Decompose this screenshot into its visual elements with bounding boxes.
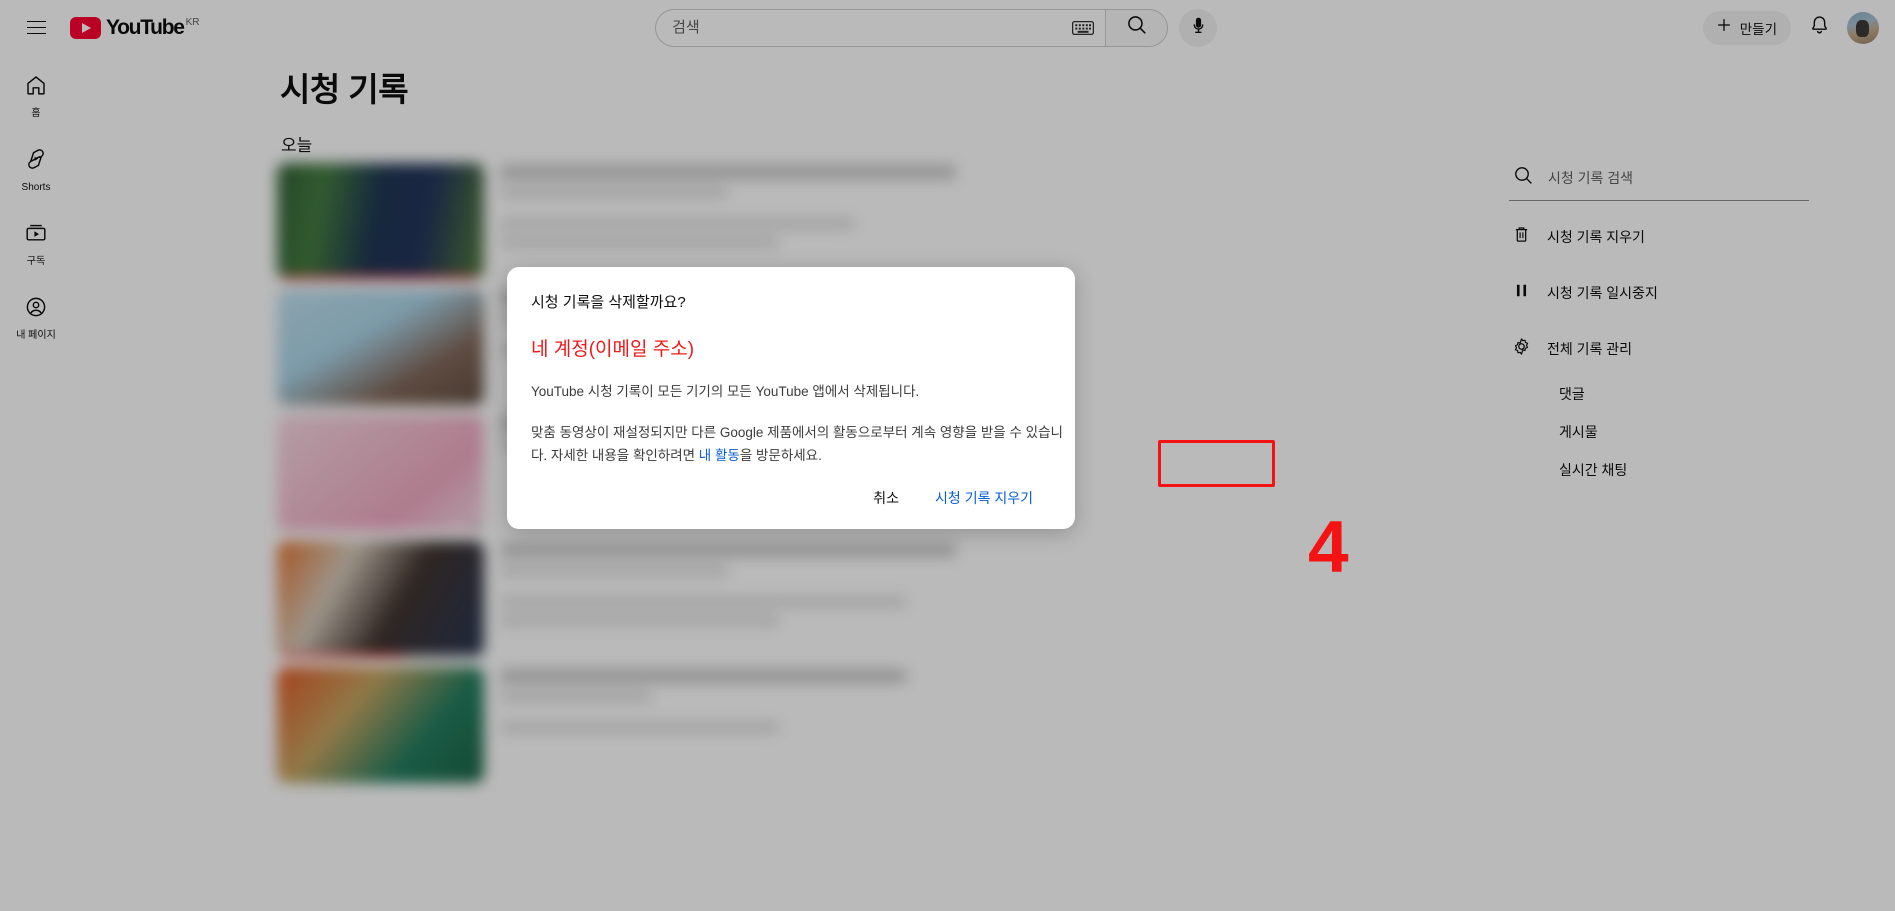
cancel-button[interactable]: 취소 xyxy=(857,479,915,517)
clear-watch-history-confirm-button[interactable]: 시청 기록 지우기 xyxy=(919,479,1049,517)
dialog-paragraph-2-after: 을 방문하세요. xyxy=(739,448,822,463)
my-activity-link[interactable]: 내 활동 xyxy=(699,448,740,463)
dialog-actions: 취소 시청 기록 지우기 xyxy=(531,467,1051,529)
dialog-title: 시청 기록을 삭제할까요? xyxy=(531,294,686,311)
dialog-paragraph-1: YouTube 시청 기록이 모든 기기의 모든 YouTube 앱에서 삭제됩… xyxy=(531,384,920,399)
dialog-account-text: 네 계정(이메일 주소) xyxy=(531,339,695,360)
dialog-paragraph-2: 맞춤 동영상이 재설정되지만 다른 Google 제품에서의 활동으로부터 계속… xyxy=(531,421,1066,467)
annotation-step-number: 4 xyxy=(1308,507,1349,588)
clear-watch-history-dialog: 시청 기록을 삭제할까요? 네 계정(이메일 주소) YouTube 시청 기록… xyxy=(507,267,1075,529)
youtube-page: YouTube KR 검색 만들기 홈 Shorts 구독 내 페이지 시청 기… xyxy=(0,0,1895,911)
